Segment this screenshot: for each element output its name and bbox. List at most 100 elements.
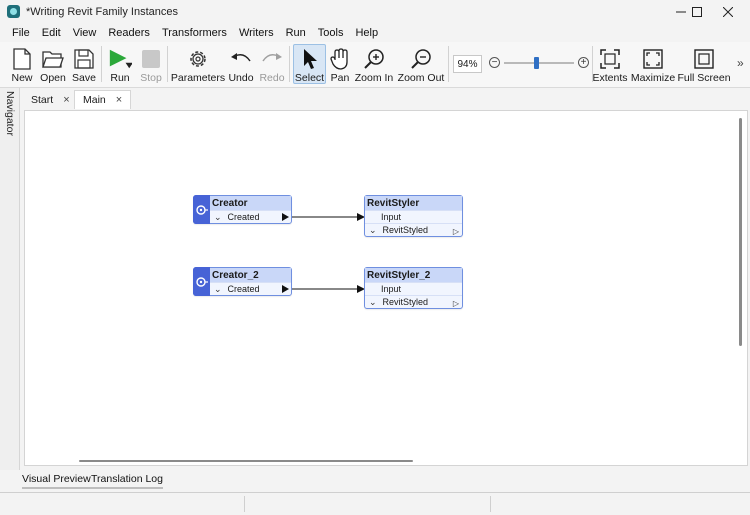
navigator-strip [0, 88, 20, 498]
menu-help[interactable]: Help [349, 27, 384, 39]
menu-bar: File Edit View Readers Transformers Writ… [0, 24, 750, 42]
creator-2-port-label: Created [227, 284, 260, 294]
parameters-button[interactable]: Parameters [171, 44, 225, 84]
close-window-button[interactable] [705, 0, 750, 24]
output-port-hollow-icon[interactable]: ▷ [453, 227, 459, 236]
maximize-button[interactable]: Maximize [631, 44, 675, 84]
revitstyler-output-port[interactable]: ⌄ RevitStyled ▷ [365, 223, 462, 236]
zoom-slider-thumb[interactable] [533, 57, 539, 69]
extents-button[interactable]: Extents [592, 44, 628, 84]
pan-button[interactable]: Pan [328, 44, 352, 84]
full-screen-label: Full Screen [677, 72, 731, 84]
redo-label: Redo [259, 72, 285, 84]
close-icon [723, 7, 733, 17]
new-file-icon [10, 47, 34, 70]
maximize-icon [641, 47, 665, 70]
tab-main-label: Main [83, 94, 106, 106]
undo-icon [229, 47, 253, 70]
zoom-slider-minus-icon[interactable]: − [489, 57, 500, 68]
tab-start[interactable]: Start × [23, 90, 78, 109]
restore-icon [692, 7, 702, 17]
toolbar-separator [289, 46, 290, 82]
output-port-hollow-icon[interactable]: ▷ [453, 299, 459, 308]
creator-output-port[interactable]: ⌄ Created [210, 210, 291, 223]
menu-tools[interactable]: Tools [312, 27, 350, 39]
extents-icon [598, 47, 622, 70]
undo-button[interactable]: Undo [228, 44, 254, 84]
hand-icon [328, 47, 352, 70]
revitstyler-node-title: RevitStyler [365, 196, 462, 210]
revitstyler-2-node-title: RevitStyler_2 [365, 268, 462, 282]
menu-run[interactable]: Run [280, 27, 312, 39]
tab-start-label: Start [31, 93, 54, 106]
select-button[interactable]: Select [293, 44, 326, 84]
revitstyler-input-port[interactable]: Input [365, 210, 462, 223]
chevron-down-icon[interactable]: ⌄ [214, 284, 222, 295]
open-button[interactable]: Open [39, 44, 67, 84]
zoom-in-icon [362, 47, 386, 70]
extents-label: Extents [592, 72, 628, 84]
creator-icon [193, 267, 210, 296]
tab-start-close-icon[interactable]: × [63, 94, 69, 106]
menu-edit[interactable]: Edit [36, 27, 67, 39]
revitstyler-node[interactable]: RevitStyler Input ⌄ RevitStyled ▷ [364, 195, 463, 237]
new-button[interactable]: New [8, 44, 36, 84]
tab-main[interactable]: Main × [74, 90, 132, 109]
toolbar-separator [167, 46, 168, 82]
tab-translation-log[interactable]: Translation Log [91, 473, 163, 489]
revitstyler-2-output-port[interactable]: ⌄ RevitStyled ▷ [365, 295, 462, 308]
tab-main-close-icon[interactable]: × [116, 94, 122, 106]
save-label: Save [72, 72, 96, 84]
menu-file[interactable]: File [6, 27, 36, 39]
window-title: *Writing Revit Family Instances [26, 6, 179, 18]
zoom-slider-track[interactable] [504, 62, 574, 64]
toolbar-separator [101, 46, 102, 82]
menu-transformers[interactable]: Transformers [156, 27, 233, 39]
cursor-arrow-icon [298, 48, 322, 70]
zoom-in-button[interactable]: Zoom In [355, 44, 393, 84]
redo-button[interactable]: Redo [259, 44, 285, 84]
revitstyler-2-input-port[interactable]: Input [365, 282, 462, 295]
app-icon [7, 5, 20, 18]
zoom-out-button[interactable]: Zoom Out [398, 44, 444, 84]
menu-writers[interactable]: Writers [233, 27, 280, 39]
stop-icon [139, 47, 163, 70]
undo-label: Undo [228, 72, 254, 84]
toolbar-separator [448, 46, 449, 82]
title-bar: *Writing Revit Family Instances [0, 0, 750, 24]
run-label: Run [110, 72, 130, 84]
select-label: Select [294, 72, 325, 84]
stop-button[interactable]: Stop [139, 44, 163, 84]
save-icon [72, 47, 96, 70]
zoom-in-label: Zoom In [354, 72, 394, 84]
revitstyler-2-output-label: RevitStyled [382, 297, 429, 307]
zoom-slider-plus-icon[interactable]: + [578, 57, 589, 68]
pan-label: Pan [330, 72, 350, 84]
output-port-arrow-icon[interactable] [282, 213, 289, 221]
gear-icon [186, 47, 210, 70]
workspace-canvas[interactable]: Creator ⌄ Created RevitStyler Input ⌄ Re… [24, 110, 748, 466]
run-button[interactable]: Run [103, 44, 137, 84]
open-label: Open [40, 72, 66, 84]
creator-node[interactable]: Creator ⌄ Created [193, 195, 292, 224]
full-screen-button[interactable]: Full Screen [677, 44, 731, 84]
maximize-label: Maximize [630, 72, 676, 84]
revitstyler-2-node[interactable]: RevitStyler_2 Input ⌄ RevitStyled ▷ [364, 267, 463, 309]
chevron-down-icon[interactable]: ⌄ [214, 212, 222, 223]
horizontal-scrollbar[interactable] [79, 460, 413, 462]
revitstyler-input-label: Input [381, 212, 402, 222]
creator-port-label: Created [227, 212, 260, 222]
toolbar-overflow-button[interactable]: » [737, 56, 744, 70]
tab-visual-preview[interactable]: Visual Preview [22, 473, 91, 489]
creator-2-node[interactable]: Creator_2 ⌄ Created [193, 267, 292, 296]
chevron-down-icon[interactable]: ⌄ [369, 225, 377, 236]
vertical-scrollbar[interactable] [739, 118, 742, 346]
menu-readers[interactable]: Readers [102, 27, 156, 39]
creator-2-output-port[interactable]: ⌄ Created [210, 282, 291, 295]
navigator-tab[interactable]: Navigator [3, 91, 17, 136]
menu-view[interactable]: View [67, 27, 103, 39]
zoom-level-field[interactable]: 94% [453, 55, 482, 73]
save-button[interactable]: Save [70, 44, 98, 84]
output-port-arrow-icon[interactable] [282, 285, 289, 293]
chevron-down-icon[interactable]: ⌄ [369, 297, 377, 308]
